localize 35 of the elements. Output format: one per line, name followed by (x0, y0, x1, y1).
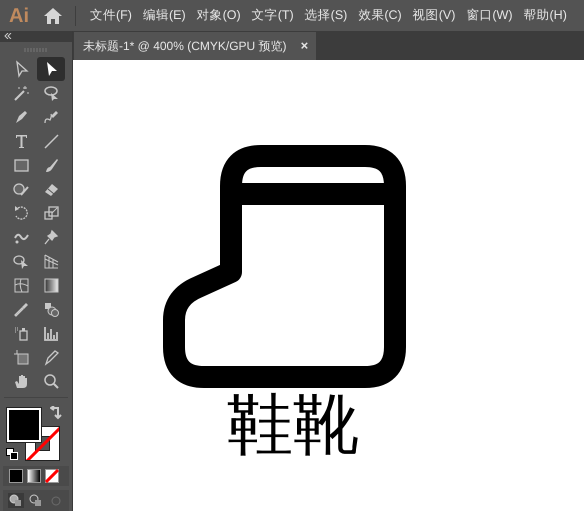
menu-item[interactable]: 文字(T) (252, 6, 294, 25)
menu-item[interactable]: 窗口(W) (466, 6, 512, 25)
magic-wand-icon (12, 84, 30, 103)
menu-item[interactable]: 帮助(H) (524, 6, 567, 25)
app-logo: Ai (9, 6, 29, 26)
zoom-icon (42, 372, 60, 391)
draw-normal-icon[interactable] (8, 493, 24, 508)
tool-button[interactable] (37, 57, 65, 82)
gradient-mode-button[interactable] (27, 469, 41, 483)
gradient-icon (42, 276, 60, 295)
close-button[interactable]: × (300, 36, 308, 56)
menu-item[interactable]: 视图(V) (412, 6, 456, 25)
menu-item[interactable]: 效果(C) (358, 6, 402, 25)
swap-colors-icon[interactable] (50, 406, 62, 420)
artboard-icon (12, 348, 30, 367)
lasso-icon (42, 84, 60, 103)
grip-icon[interactable] (24, 48, 48, 52)
fill-swatch[interactable] (7, 408, 41, 442)
perspective-grid-icon (42, 252, 60, 271)
draw-behind-icon[interactable] (28, 493, 44, 508)
mesh-icon (12, 276, 30, 295)
canvas-caption: 鞋靴 (227, 392, 359, 458)
color-mode-button[interactable] (9, 469, 23, 483)
menu-item[interactable]: 文件(F) (90, 6, 132, 25)
pushpin-icon (42, 228, 60, 247)
home-icon[interactable] (43, 6, 63, 24)
menu-item[interactable]: 编辑(E) (142, 6, 186, 25)
menu-item[interactable]: 选择(S) (304, 6, 348, 25)
line-icon (42, 132, 60, 151)
collapse-icon[interactable] (4, 33, 12, 40)
none-mode-button[interactable] (45, 469, 59, 483)
document-tab[interactable]: 未标题-1* @ 400% (CMYK/GPU 预览) × (74, 32, 316, 60)
menu-item[interactable]: 对象(O) (196, 6, 241, 25)
document-title: 未标题-1* @ 400% (CMYK/GPU 预览) (83, 38, 287, 55)
default-colors-icon[interactable] (6, 448, 18, 460)
